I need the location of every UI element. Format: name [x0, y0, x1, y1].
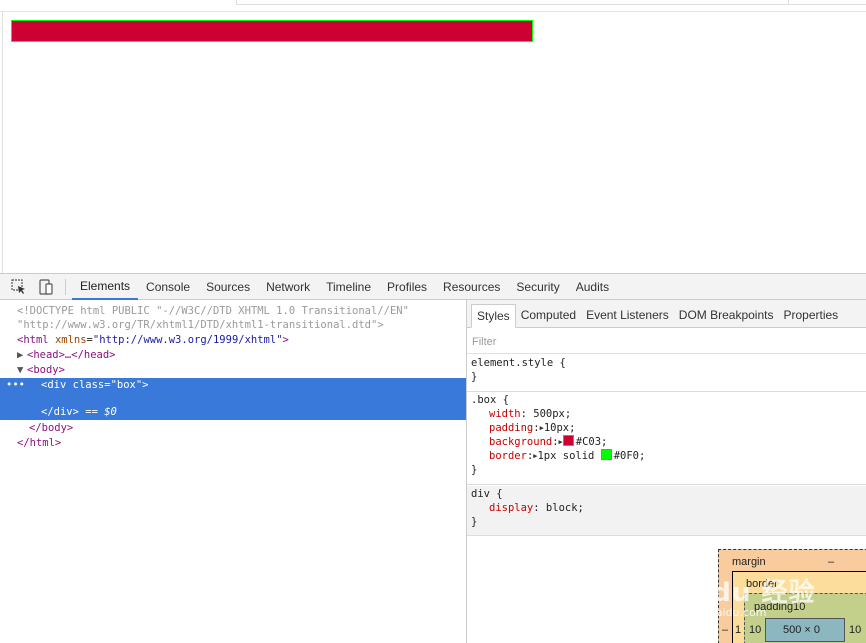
dom-head-node[interactable]: ▶ <head>…</head> — [17, 348, 483, 362]
tab-timeline[interactable]: Timeline — [318, 274, 379, 300]
prop-value: block; — [545, 502, 584, 514]
margin-left-value[interactable]: – — [722, 624, 728, 636]
prop-value[interactable]: #0F0; — [614, 450, 646, 462]
border-left-value[interactable]: 1 — [735, 624, 741, 636]
dom-doctype-line-1[interactable]: <!DOCTYPE html PUBLIC "-//W3C//DTD XHTML… — [17, 304, 483, 318]
more-options-icon[interactable]: ••• — [6, 379, 25, 391]
devtools-toolbar: Elements Console Sources Network Timelin… — [0, 273, 866, 300]
prop-name: padding — [489, 422, 534, 434]
doctype-text: "http://www.w3.org/TR/xhtml1/DTD/xhtml1-… — [17, 319, 384, 331]
margin-label: margin — [732, 556, 766, 568]
attr-name: class — [72, 379, 105, 391]
dom-html-node[interactable]: <html xmlns="http://www.w3.org/1999/xhtm… — [17, 333, 483, 347]
prop-padding[interactable]: padding:▶10px; — [467, 421, 866, 435]
tab-console[interactable]: Console — [138, 274, 198, 300]
address-bar-edge — [236, 0, 866, 5]
color-swatch-icon[interactable] — [600, 449, 612, 460]
tag-name: </body> — [29, 422, 74, 434]
tab-network[interactable]: Network — [258, 274, 318, 300]
attr-value: "box" — [110, 379, 143, 391]
expand-triangle-icon[interactable]: ▶ — [17, 348, 27, 362]
selected-dom-node[interactable]: ••• <div class="box"> </div> == $0 — [0, 378, 466, 420]
attr-name: xmlns — [54, 334, 87, 346]
rule-selector[interactable]: div { — [467, 487, 866, 501]
rule-close: } — [471, 516, 478, 528]
rule-selector[interactable]: element.style { — [467, 356, 866, 370]
prop-name: width — [489, 408, 521, 420]
padding-left-value[interactable]: 10 — [749, 624, 761, 636]
tag-bracket: > — [142, 379, 149, 391]
tag-name: </html> — [17, 437, 62, 449]
subtab-properties[interactable]: Properties — [778, 303, 843, 327]
subtab-dom-breakpoints[interactable]: DOM Breakpoints — [674, 303, 779, 327]
styles-filter-bar — [467, 328, 866, 354]
rule-selector[interactable]: .box { — [467, 393, 866, 407]
attr-value: "http://www.w3.org/1999/xhtml" — [92, 334, 283, 346]
tab-elements[interactable]: Elements — [72, 274, 139, 300]
prop-border[interactable]: border:▶1px solid #0F0; — [467, 449, 866, 463]
viewport-left-edge — [2, 11, 3, 273]
styles-filter-input[interactable] — [470, 332, 854, 352]
color-swatch-icon[interactable] — [562, 435, 574, 446]
styles-pane: Styles Computed Event Listeners DOM Brea… — [467, 300, 866, 643]
tag-name: <div — [41, 379, 67, 391]
demo-box-element[interactable] — [11, 20, 533, 42]
rule-close: } — [471, 464, 478, 476]
content-size: 500 × 0 — [783, 624, 821, 636]
tab-profiles[interactable]: Profiles — [379, 274, 435, 300]
tab-resources[interactable]: Resources — [435, 274, 508, 300]
doctype-text: <!DOCTYPE html PUBLIC "-//W3C//DTD XHTML… — [17, 305, 409, 317]
devtools-tabs: Elements Console Sources Network Timelin… — [72, 274, 617, 300]
prop-name: display — [489, 502, 534, 514]
subtab-styles[interactable]: Styles — [471, 304, 516, 328]
elements-panel: <!DOCTYPE html PUBLIC "-//W3C//DTD XHTML… — [0, 300, 467, 643]
toolbar-separator — [65, 279, 66, 295]
rule-close: } — [471, 371, 478, 383]
dom-div-close[interactable]: </div> == $0 — [41, 405, 461, 419]
dom-div-open[interactable]: <div class="box"> — [41, 378, 461, 392]
prop-value[interactable]: 1px solid — [537, 450, 594, 462]
prop-width[interactable]: width: 500px; — [467, 407, 866, 421]
tag-name: <body> — [27, 364, 65, 376]
tab-audits[interactable]: Audits — [568, 274, 617, 300]
tab-security[interactable]: Security — [508, 274, 567, 300]
rule-user-agent-div[interactable]: div { display: block; } — [467, 486, 866, 536]
subtab-computed[interactable]: Computed — [516, 303, 581, 327]
page-viewport — [0, 0, 866, 273]
toolbar-divider — [788, 0, 809, 4]
baidu-watermark: Baidu 经验 — [663, 578, 816, 608]
tag-bracket: > — [282, 334, 289, 346]
dom-body-node[interactable]: ▼ <body> — [17, 363, 483, 377]
tag-name: </div> — [41, 406, 79, 418]
margin-top-value[interactable]: – — [828, 556, 834, 568]
prop-name: background — [489, 436, 553, 448]
rule-box[interactable]: .box { width: 500px; padding:▶10px; back… — [467, 393, 866, 485]
inspect-element-icon[interactable] — [10, 278, 28, 296]
prop-name: border — [489, 450, 527, 462]
prop-value[interactable]: 10px; — [544, 422, 576, 434]
tag-name: <html — [17, 334, 49, 346]
prop-value[interactable]: 500px; — [533, 408, 571, 420]
padding-right-value[interactable]: 10 — [849, 624, 861, 636]
tag-name: <head>…</head> — [27, 349, 116, 361]
subtab-event-listeners[interactable]: Event Listeners — [581, 303, 674, 327]
prop-value[interactable]: #C03; — [576, 436, 608, 448]
dom-body-close[interactable]: </body> — [29, 421, 495, 435]
dom-doctype-line-2[interactable]: "http://www.w3.org/TR/xhtml1/DTD/xhtml1-… — [17, 318, 483, 332]
console-ref-marker: == $0 — [85, 406, 117, 418]
rule-element-style[interactable]: element.style { } — [467, 356, 866, 392]
tab-sources[interactable]: Sources — [198, 274, 258, 300]
dom-html-close[interactable]: </html> — [17, 436, 483, 450]
device-mode-icon[interactable] — [37, 278, 55, 296]
browser-top-strip — [0, 0, 866, 12]
collapse-triangle-icon[interactable]: ▼ — [17, 363, 27, 377]
prop-background[interactable]: background:▶ #C03; — [467, 435, 866, 449]
sidebar-subtabs: Styles Computed Event Listeners DOM Brea… — [467, 300, 866, 328]
baidu-watermark-url: jingyan.baidu.com — [665, 606, 767, 619]
prop-display[interactable]: display: block; — [467, 501, 866, 515]
